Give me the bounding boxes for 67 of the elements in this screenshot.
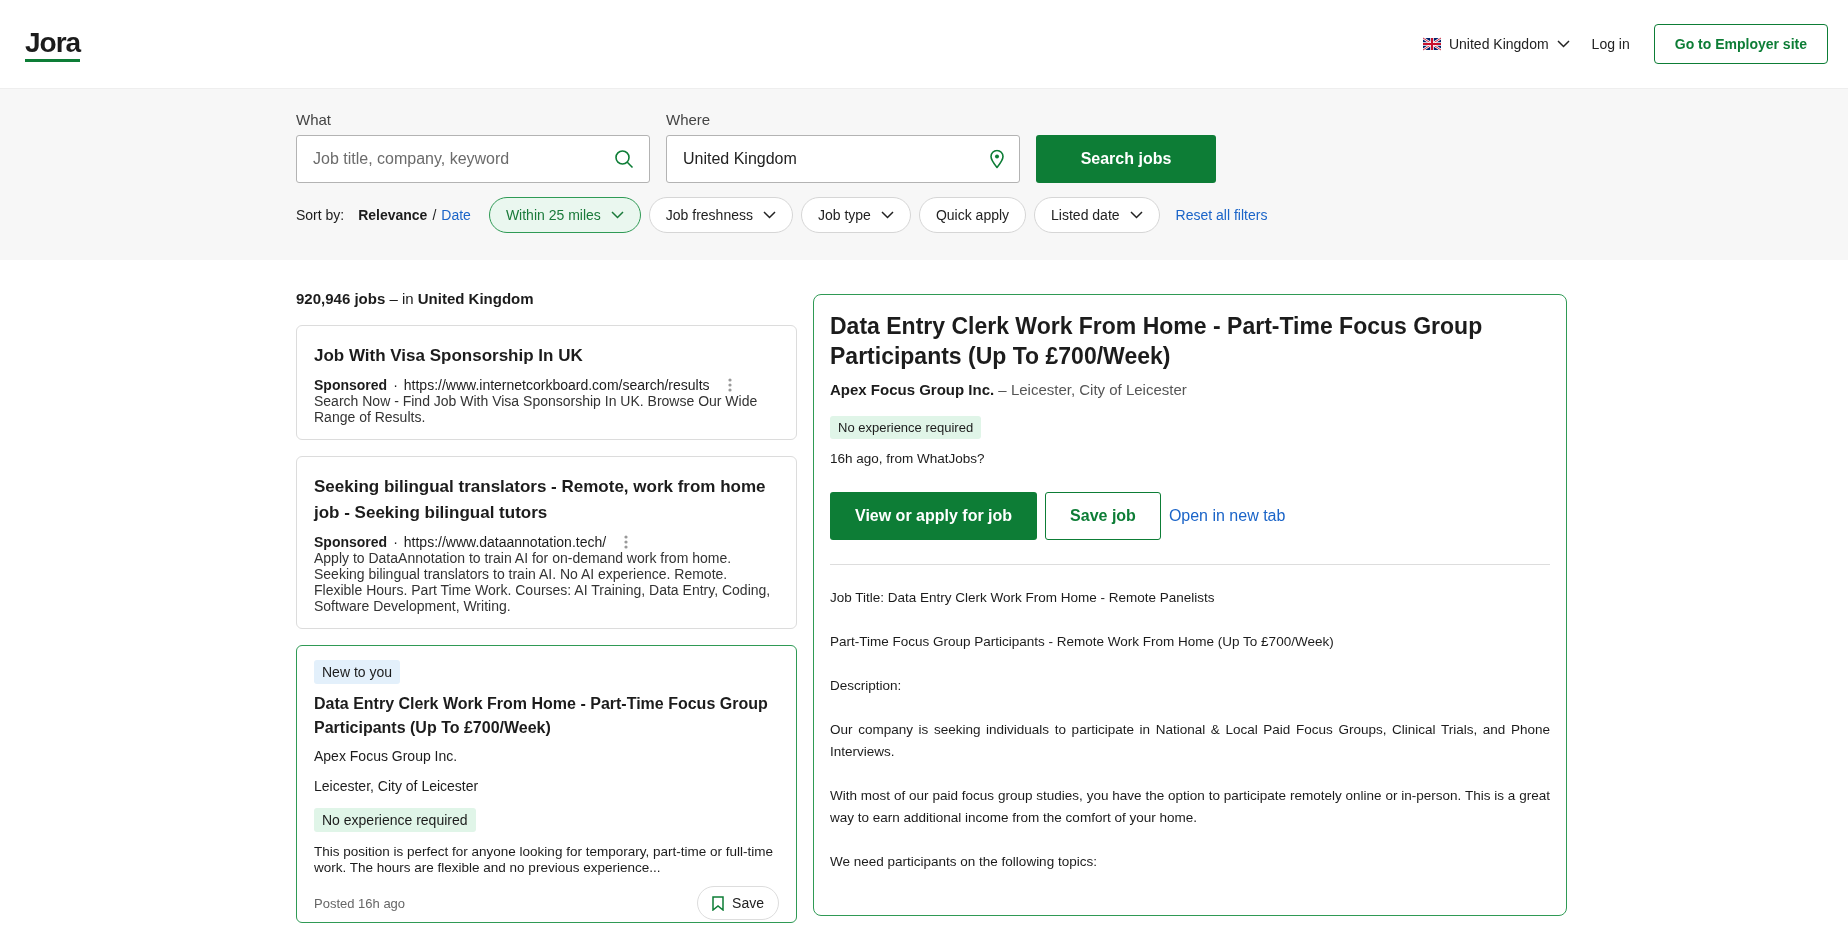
experience-tag: No experience required	[314, 808, 476, 832]
job-location: Leicester, City of Leicester	[314, 778, 480, 794]
separator-dot: ·	[393, 377, 398, 393]
ad-url[interactable]: https://www.dataannotation.tech/	[403, 534, 607, 550]
posted-source: 16h ago, from WhatJobs?	[830, 451, 986, 466]
description-paragraph: Our company is seeking individuals to participate in National & Local Paid Focus Groups, Clinical Trials, and Phone Interviews.	[830, 721, 1550, 761]
filter-pill[interactable]: Quick apply	[918, 197, 1027, 233]
chevron-down-icon	[880, 211, 894, 219]
more-options-icon[interactable]	[624, 535, 629, 549]
filter-pill[interactable]: Job type	[801, 197, 911, 233]
company-name: Apex Focus Group Inc.	[314, 748, 459, 764]
job-snippet: This position is perfect for anyone looking for temporary, part-time or full-time work. The hours are flexible and no previous experience...	[314, 844, 774, 876]
apply-button[interactable]: View or apply for job	[830, 492, 1038, 540]
description-paragraph: We need participants on the following topics:	[830, 853, 1098, 871]
filter-pill[interactable]: Job freshness	[648, 197, 793, 233]
reset-filters-link[interactable]: Reset all filters	[1175, 207, 1268, 223]
logo[interactable]: Jora	[25, 28, 81, 62]
sponsored-label: Sponsored	[314, 377, 388, 393]
sort-option[interactable]: Date	[441, 207, 471, 223]
job-detail-title: Data Entry Clerk Work From Home - Part-Time Focus Group Participants (Up To £700/Week)	[830, 312, 1484, 371]
results-count: 920,946 jobs – in United Kingdom	[296, 290, 535, 307]
ad-url[interactable]: https://www.internetcorkboard.com/search/results	[403, 377, 710, 393]
posted-time: Posted 16h ago	[314, 895, 406, 911]
sort-label: Sort by:	[296, 207, 345, 223]
bookmark-icon	[712, 895, 725, 911]
new-badge: New to you	[314, 660, 401, 684]
save-job-button[interactable]: Save job	[1045, 492, 1161, 540]
sort-separator: /	[432, 207, 437, 223]
flag-icon	[1422, 37, 1441, 51]
chevron-down-icon	[1556, 40, 1570, 48]
description-paragraph: Description:	[830, 677, 903, 695]
search-icon	[614, 149, 634, 169]
save-button[interactable]: Save	[697, 886, 779, 920]
job-location: Leicester, City of Leicester	[1010, 381, 1187, 398]
more-options-icon[interactable]	[727, 378, 732, 392]
open-new-tab-link[interactable]: Open in new tab	[1168, 507, 1286, 525]
ad-title[interactable]: Job With Visa Sponsorship In UK	[314, 343, 779, 369]
where-input-field[interactable]: United Kingdom	[666, 135, 1020, 183]
description-paragraph: Part-Time Focus Group Participants - Remote Work From Home (Up To £700/Week)	[830, 633, 1335, 651]
login-link[interactable]: Log in	[1591, 36, 1630, 52]
search-jobs-button[interactable]: Search jobs	[1036, 135, 1216, 183]
experience-tag: No experience required	[830, 416, 982, 439]
field-label: What	[296, 111, 332, 128]
location-pin-icon	[990, 149, 1004, 169]
chevron-down-icon	[610, 211, 624, 219]
job-title[interactable]: Data Entry Clerk Work From Home - Part-Time Focus Group Participants (Up To £700/Week)	[314, 692, 779, 740]
filter-pill[interactable]: Within 25 miles	[488, 197, 641, 233]
sort-option[interactable]: Relevance	[358, 207, 428, 223]
sponsored-ad-card[interactable]	[296, 456, 797, 629]
description-paragraph: With most of our paid focus group studies, you have the option to participate remotely online or in-person. This is a great way to earn additional income from the comfort of your home.	[830, 787, 1550, 827]
ad-description: Search Now - Find Job With Visa Sponsorship In UK. Browse Our Wide Range of Results.	[314, 393, 759, 425]
ad-description: Apply to DataAnnotation to train AI for on-demand work from home. Seeking bilingual translators to train AI. No AI experience. Remote. Flexible Hours. Part Time Work. Courses: AI Training, Data Entry, Coding, Software Development, Writing.	[314, 550, 772, 614]
company-name: Apex Focus Group Inc.	[830, 381, 995, 398]
ad-title[interactable]: Seeking bilingual translators - Remote, work from home job - Seeking bilingual tutors	[314, 474, 779, 526]
country-selector[interactable]: United Kingdom	[1448, 36, 1549, 52]
description-paragraph: Job Title: Data Entry Clerk Work From Home - Remote Panelists	[830, 589, 1216, 607]
sponsored-label: Sponsored	[314, 534, 388, 550]
chevron-down-icon	[1129, 211, 1143, 219]
job-card[interactable]	[296, 645, 797, 923]
sponsored-ad-card[interactable]: Job With Visa Sponsorship In UK Sponsored · https://www.internetcorkboard.com/search/results Search Now - Find Job With Visa Sponsorship In UK. Browse Our Wide Range of Results.	[296, 325, 797, 440]
employer-site-button[interactable]: Go to Employer site	[1653, 24, 1828, 64]
what-input-field[interactable]: Job title, company, keyword	[296, 135, 650, 183]
filter-pill[interactable]: Listed date	[1034, 197, 1160, 233]
field-label: Where	[666, 111, 712, 128]
separator-dash: –	[998, 381, 1007, 398]
chevron-down-icon	[763, 211, 776, 219]
separator-dot: ·	[393, 534, 398, 550]
